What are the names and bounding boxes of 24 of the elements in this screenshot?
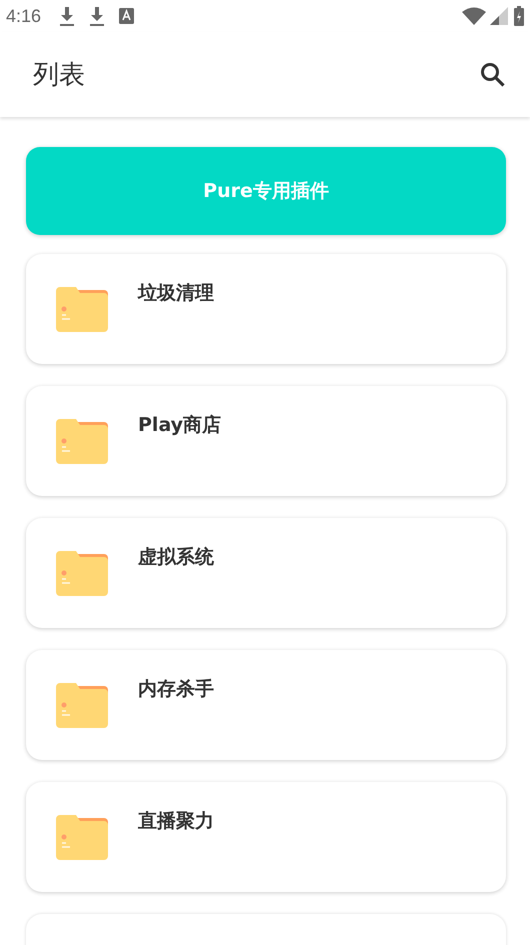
list-card[interactable]: 虚拟系统 (26, 518, 506, 628)
item-title: 虚拟系统 (138, 545, 214, 570)
item-title: 垃圾清理 (138, 281, 214, 306)
list-card[interactable]: 内存杀手 (26, 650, 506, 760)
list-card[interactable]: 直播聚力 (26, 782, 506, 892)
wifi-icon (462, 7, 486, 25)
item-title: Play商店 (138, 413, 222, 438)
folder-icon (56, 419, 108, 464)
folder-icon (56, 287, 108, 332)
download-icon (59, 6, 76, 26)
list-card[interactable]: 垃圾清理 (26, 254, 506, 364)
status-time: 4:16 (6, 6, 42, 26)
folder-icon (56, 815, 108, 860)
item-title: 直播聚力 (138, 809, 214, 834)
search-icon[interactable] (480, 62, 506, 88)
battery-icon (514, 6, 524, 26)
item-title: 内存杀手 (138, 677, 214, 702)
keyboard-icon (119, 8, 134, 24)
signal-icon (490, 7, 508, 25)
page-title: 列表 (33, 59, 86, 92)
list-card[interactable]: Play商店 (26, 386, 506, 496)
download-icon (89, 6, 106, 26)
folder-icon (56, 683, 108, 728)
folder-icon (56, 551, 108, 596)
